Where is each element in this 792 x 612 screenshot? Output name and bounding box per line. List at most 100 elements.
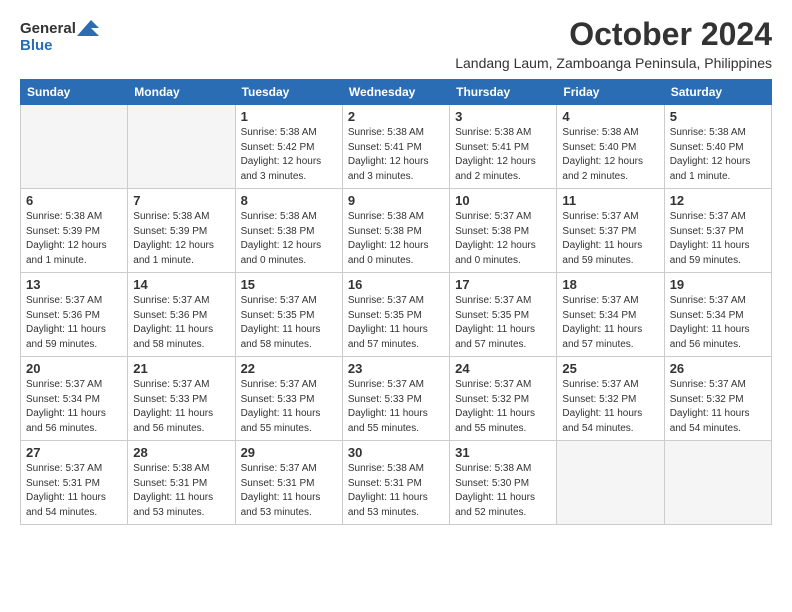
day-cell-28: 28 Sunrise: 5:38 AMSunset: 5:31 PMDayligh… bbox=[128, 441, 235, 525]
logo-icon bbox=[77, 20, 99, 36]
weekday-header-wednesday: Wednesday bbox=[342, 80, 449, 105]
day-number: 6 bbox=[26, 193, 122, 208]
day-cell-18: 18 Sunrise: 5:37 AMSunset: 5:34 PMDayligh… bbox=[557, 273, 664, 357]
day-number: 22 bbox=[241, 361, 337, 376]
day-info: Sunrise: 5:38 AMSunset: 5:40 PMDaylight:… bbox=[562, 126, 658, 184]
day-cell-4: 4 Sunrise: 5:38 AMSunset: 5:40 PMDaylight… bbox=[557, 105, 664, 189]
day-cell-16: 16Sunrise: 5:37 AMSunset: 5:35 PMDayligh… bbox=[342, 273, 449, 357]
day-cell-26: 26Sunrise: 5:37 AMSunset: 5:32 PMDayligh… bbox=[664, 357, 771, 441]
day-number: 25 bbox=[562, 361, 658, 376]
day-number: 24 bbox=[455, 361, 551, 376]
weekday-header-thursday: Thursday bbox=[450, 80, 557, 105]
day-info: Sunrise: 5:37 AMSunset: 5:34 PMDaylight:… bbox=[670, 294, 766, 352]
day-number: 31 bbox=[455, 445, 551, 460]
day-cell-23: 23 Sunrise: 5:37 AMSunset: 5:33 PMDayligh… bbox=[342, 357, 449, 441]
weekday-header-friday: Friday bbox=[557, 80, 664, 105]
day-info: Sunrise: 5:37 AMSunset: 5:33 PMDaylight:… bbox=[241, 378, 337, 436]
empty-cell bbox=[664, 441, 771, 525]
day-cell-22: 22 Sunrise: 5:37 AMSunset: 5:33 PMDayligh… bbox=[235, 357, 342, 441]
weekday-header-tuesday: Tuesday bbox=[235, 80, 342, 105]
day-info: Sunrise: 5:37 AMSunset: 5:35 PMDaylight:… bbox=[241, 294, 337, 352]
page-header: General Blue October 2024 Landang Laum, … bbox=[20, 16, 772, 71]
day-info: Sunrise: 5:37 AMSunset: 5:31 PMDaylight:… bbox=[241, 462, 337, 520]
day-info: Sunrise: 5:37 AMSunset: 5:33 PMDaylight:… bbox=[133, 378, 229, 436]
day-info: Sunrise: 5:37 AMSunset: 5:36 PMDaylight:… bbox=[133, 294, 229, 352]
day-number: 20 bbox=[26, 361, 122, 376]
week-row-1: 1Sunrise: 5:38 AMSunset: 5:42 PMDaylight… bbox=[21, 105, 772, 189]
day-number: 17 bbox=[455, 277, 551, 292]
day-info: Sunrise: 5:37 AMSunset: 5:37 PMDaylight:… bbox=[670, 210, 766, 268]
weekday-header-sunday: Sunday bbox=[21, 80, 128, 105]
day-cell-9: 9Sunrise: 5:38 AMSunset: 5:38 PMDaylight… bbox=[342, 189, 449, 273]
day-cell-15: 15 Sunrise: 5:37 AMSunset: 5:35 PMDayligh… bbox=[235, 273, 342, 357]
day-cell-3: 3 Sunrise: 5:38 AMSunset: 5:41 PMDaylight… bbox=[450, 105, 557, 189]
day-number: 27 bbox=[26, 445, 122, 460]
day-number: 28 bbox=[133, 445, 229, 460]
day-number: 14 bbox=[133, 277, 229, 292]
day-cell-30: 30 Sunrise: 5:38 AMSunset: 5:31 PMDayligh… bbox=[342, 441, 449, 525]
day-info: Sunrise: 5:37 AMSunset: 5:34 PMDaylight:… bbox=[26, 378, 122, 436]
day-info: Sunrise: 5:38 AMSunset: 5:38 PMDaylight:… bbox=[241, 210, 337, 268]
month-title: October 2024 bbox=[455, 16, 772, 53]
day-cell-24: 24Sunrise: 5:37 AMSunset: 5:32 PMDayligh… bbox=[450, 357, 557, 441]
day-cell-2: 2 Sunrise: 5:38 AMSunset: 5:41 PMDaylight… bbox=[342, 105, 449, 189]
day-cell-10: 10Sunrise: 5:37 AMSunset: 5:38 PMDayligh… bbox=[450, 189, 557, 273]
day-cell-8: 8 Sunrise: 5:38 AMSunset: 5:38 PMDaylight… bbox=[235, 189, 342, 273]
day-info: Sunrise: 5:37 AMSunset: 5:32 PMDaylight:… bbox=[562, 378, 658, 436]
day-number: 18 bbox=[562, 277, 658, 292]
day-info: Sunrise: 5:38 AMSunset: 5:39 PMDaylight:… bbox=[133, 210, 229, 268]
day-cell-31: 31 Sunrise: 5:38 AMSunset: 5:30 PMDayligh… bbox=[450, 441, 557, 525]
day-info: Sunrise: 5:37 AMSunset: 5:33 PMDaylight:… bbox=[348, 378, 444, 436]
day-number: 3 bbox=[455, 109, 551, 124]
week-row-5: 27 Sunrise: 5:37 AMSunset: 5:31 PMDayligh… bbox=[21, 441, 772, 525]
day-cell-20: 20 Sunrise: 5:37 AMSunset: 5:34 PMDayligh… bbox=[21, 357, 128, 441]
empty-cell bbox=[557, 441, 664, 525]
logo-blue-text: Blue bbox=[20, 37, 53, 54]
day-info: Sunrise: 5:37 AMSunset: 5:37 PMDaylight:… bbox=[562, 210, 658, 268]
logo: General Blue bbox=[20, 20, 99, 55]
day-cell-25: 25 Sunrise: 5:37 AMSunset: 5:32 PMDayligh… bbox=[557, 357, 664, 441]
week-row-2: 6 Sunrise: 5:38 AMSunset: 5:39 PMDaylight… bbox=[21, 189, 772, 273]
day-number: 11 bbox=[562, 193, 658, 208]
day-cell-7: 7 Sunrise: 5:38 AMSunset: 5:39 PMDaylight… bbox=[128, 189, 235, 273]
day-number: 16 bbox=[348, 277, 444, 292]
day-cell-12: 12Sunrise: 5:37 AMSunset: 5:37 PMDayligh… bbox=[664, 189, 771, 273]
day-cell-13: 13Sunrise: 5:37 AMSunset: 5:36 PMDayligh… bbox=[21, 273, 128, 357]
day-info: Sunrise: 5:37 AMSunset: 5:34 PMDaylight:… bbox=[562, 294, 658, 352]
day-number: 9 bbox=[348, 193, 444, 208]
day-info: Sunrise: 5:38 AMSunset: 5:39 PMDaylight:… bbox=[26, 210, 122, 268]
day-cell-5: 5Sunrise: 5:38 AMSunset: 5:40 PMDaylight… bbox=[664, 105, 771, 189]
week-row-4: 20 Sunrise: 5:37 AMSunset: 5:34 PMDayligh… bbox=[21, 357, 772, 441]
day-cell-11: 11 Sunrise: 5:37 AMSunset: 5:37 PMDayligh… bbox=[557, 189, 664, 273]
day-number: 2 bbox=[348, 109, 444, 124]
location-subtitle: Landang Laum, Zamboanga Peninsula, Phili… bbox=[455, 55, 772, 71]
day-cell-27: 27 Sunrise: 5:37 AMSunset: 5:31 PMDayligh… bbox=[21, 441, 128, 525]
day-number: 15 bbox=[241, 277, 337, 292]
calendar-header-row: SundayMondayTuesdayWednesdayThursdayFrid… bbox=[21, 80, 772, 105]
day-cell-19: 19 Sunrise: 5:37 AMSunset: 5:34 PMDayligh… bbox=[664, 273, 771, 357]
title-block: October 2024 Landang Laum, Zamboanga Pen… bbox=[455, 16, 772, 71]
day-number: 29 bbox=[241, 445, 337, 460]
day-info: Sunrise: 5:38 AMSunset: 5:42 PMDaylight:… bbox=[241, 126, 337, 184]
day-number: 19 bbox=[670, 277, 766, 292]
calendar-table: SundayMondayTuesdayWednesdayThursdayFrid… bbox=[20, 79, 772, 525]
day-info: Sunrise: 5:38 AMSunset: 5:41 PMDaylight:… bbox=[455, 126, 551, 184]
day-number: 5 bbox=[670, 109, 766, 124]
day-cell-6: 6 Sunrise: 5:38 AMSunset: 5:39 PMDaylight… bbox=[21, 189, 128, 273]
day-info: Sunrise: 5:37 AMSunset: 5:31 PMDaylight:… bbox=[26, 462, 122, 520]
day-info: Sunrise: 5:38 AMSunset: 5:41 PMDaylight:… bbox=[348, 126, 444, 184]
day-info: Sunrise: 5:38 AMSunset: 5:31 PMDaylight:… bbox=[348, 462, 444, 520]
week-row-3: 13Sunrise: 5:37 AMSunset: 5:36 PMDayligh… bbox=[21, 273, 772, 357]
day-number: 23 bbox=[348, 361, 444, 376]
empty-cell bbox=[128, 105, 235, 189]
day-info: Sunrise: 5:38 AMSunset: 5:31 PMDaylight:… bbox=[133, 462, 229, 520]
day-info: Sunrise: 5:37 AMSunset: 5:38 PMDaylight:… bbox=[455, 210, 551, 268]
day-number: 7 bbox=[133, 193, 229, 208]
day-number: 30 bbox=[348, 445, 444, 460]
day-number: 4 bbox=[562, 109, 658, 124]
day-cell-17: 17 Sunrise: 5:37 AMSunset: 5:35 PMDayligh… bbox=[450, 273, 557, 357]
day-number: 8 bbox=[241, 193, 337, 208]
day-info: Sunrise: 5:38 AMSunset: 5:30 PMDaylight:… bbox=[455, 462, 551, 520]
day-cell-14: 14 Sunrise: 5:37 AMSunset: 5:36 PMDayligh… bbox=[128, 273, 235, 357]
day-info: Sunrise: 5:37 AMSunset: 5:35 PMDaylight:… bbox=[455, 294, 551, 352]
